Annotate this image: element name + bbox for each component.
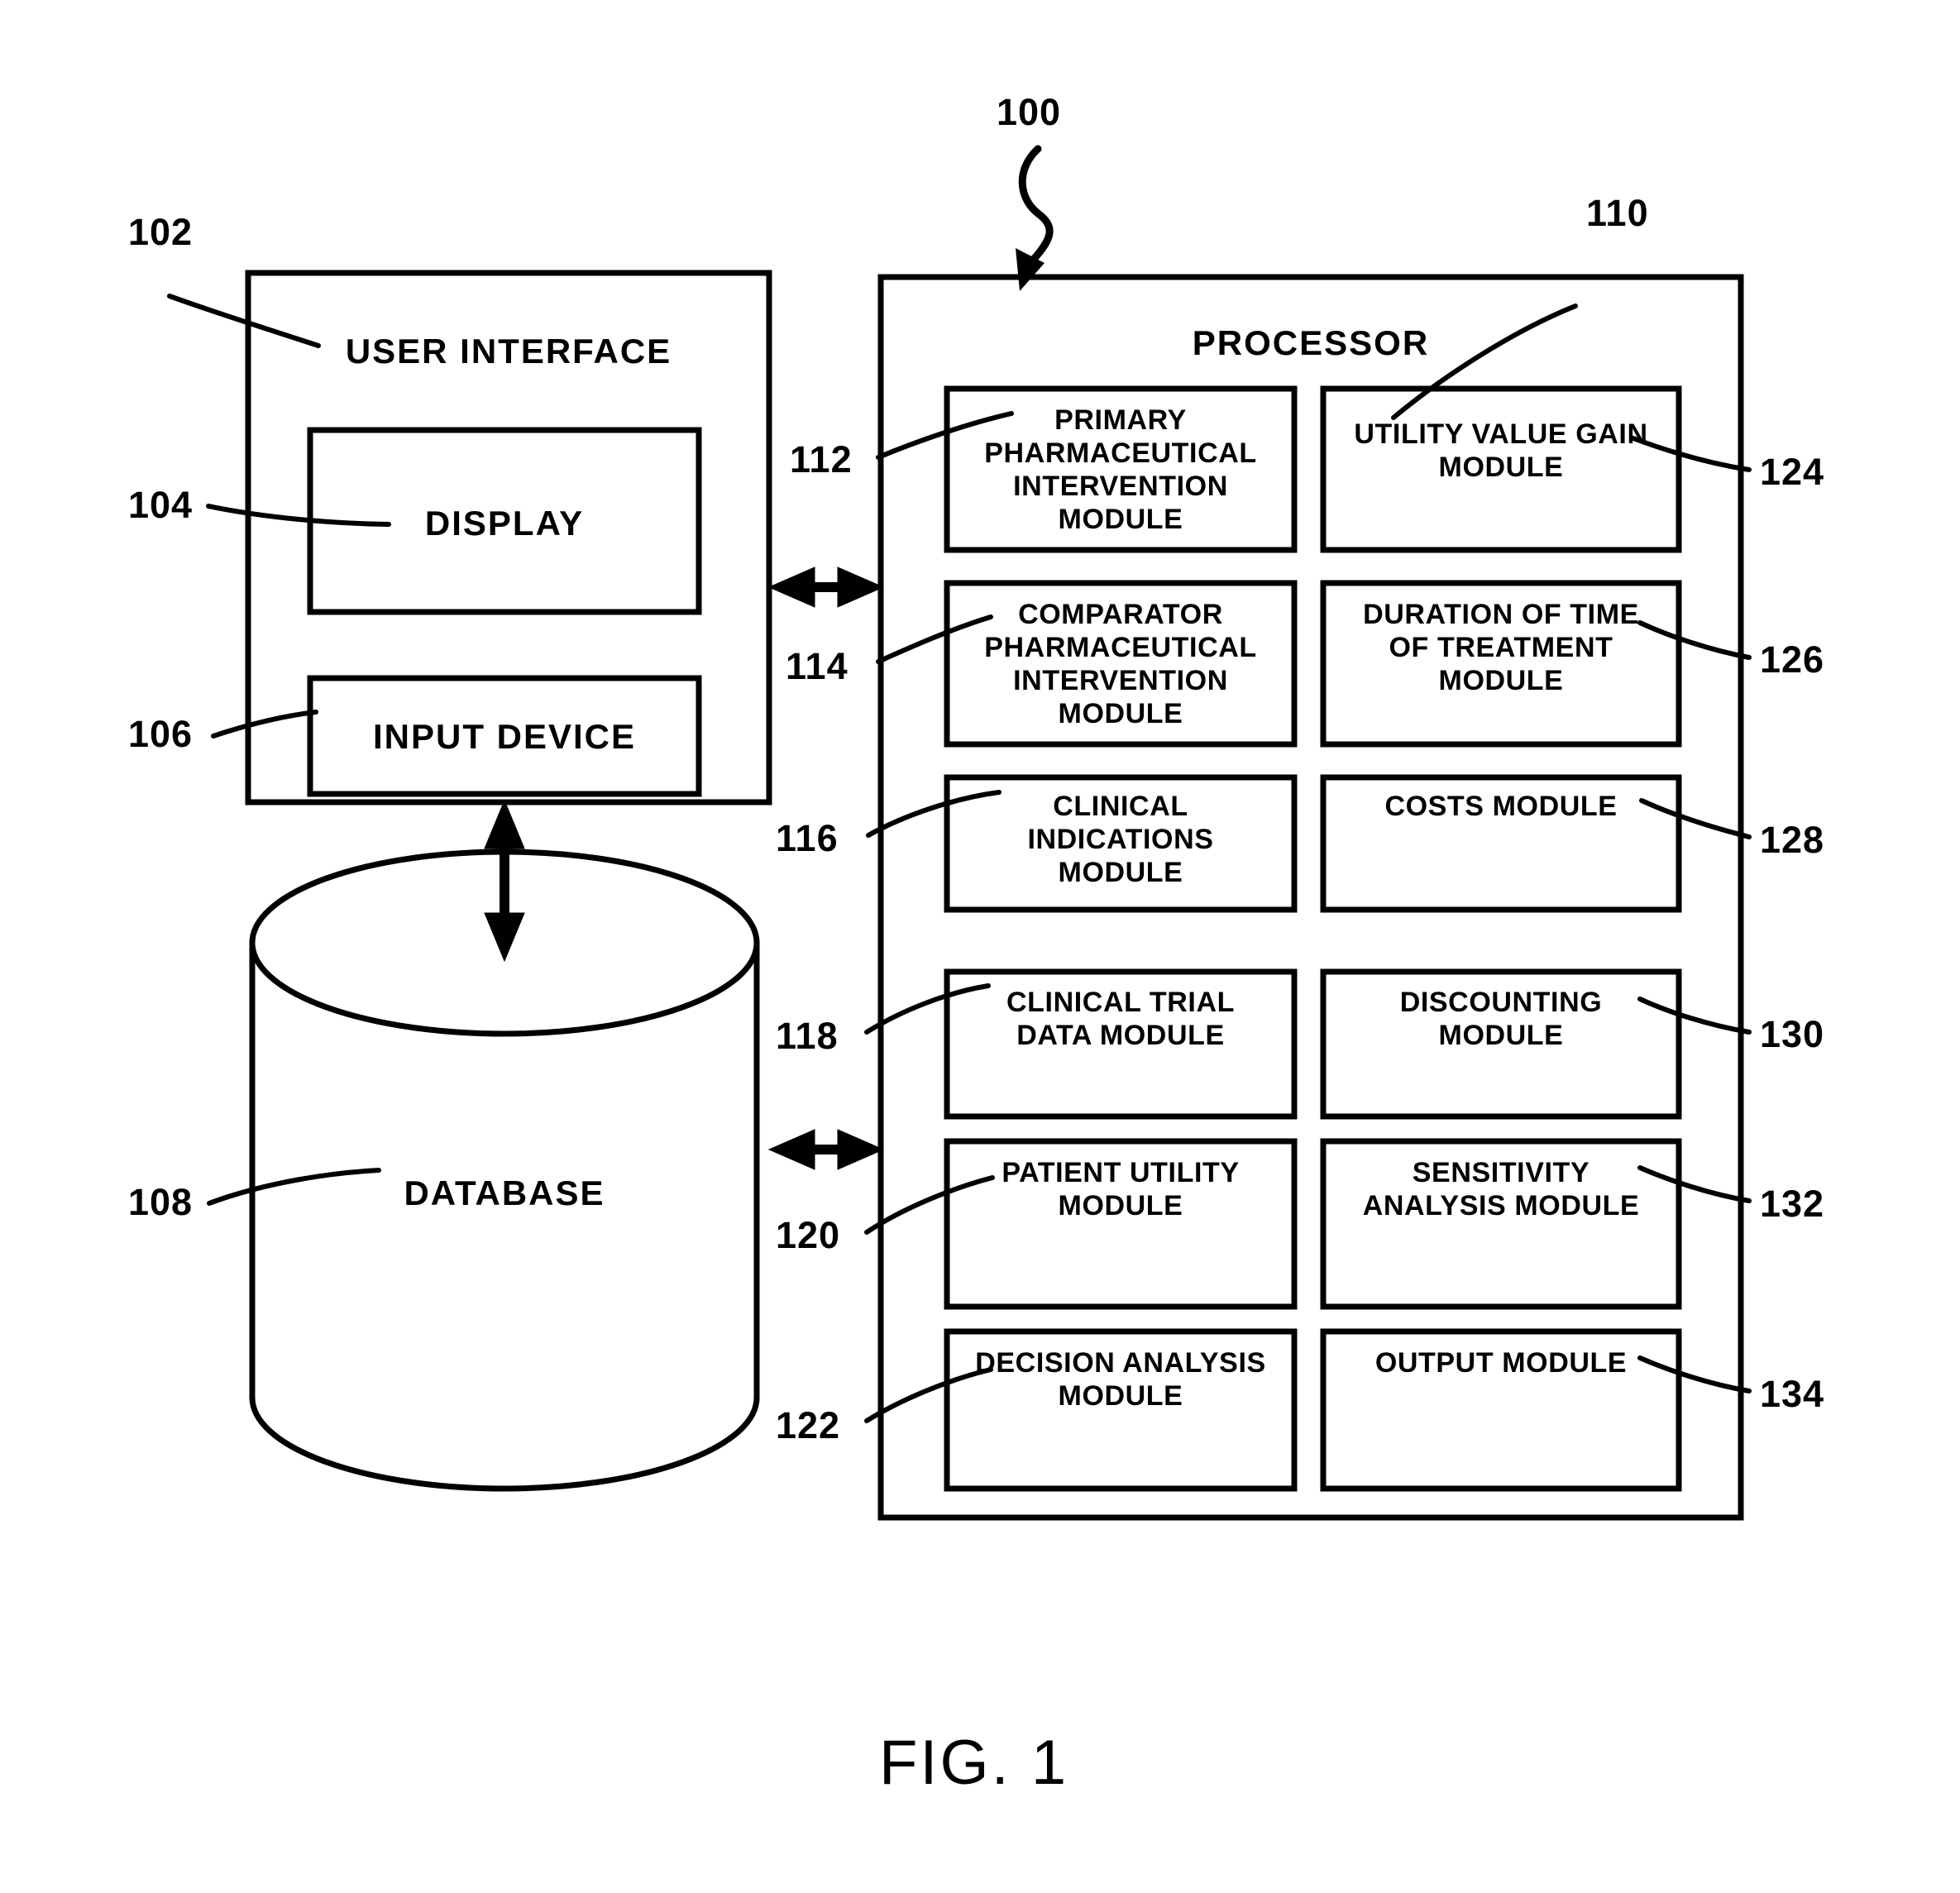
module-label-sensitivity-analysis: SENSITIVITY ANALYSIS MODULE [1362, 1157, 1640, 1222]
ref-number-108: 108 [128, 1181, 194, 1223]
ref-number-102: 102 [128, 211, 194, 253]
user-interface-title: USER INTERFACE [345, 332, 672, 370]
ref-number-122: 122 [776, 1404, 841, 1446]
ref-number-100: 100 [997, 91, 1062, 133]
ref-number-114: 114 [786, 645, 849, 687]
figure-canvas: 100 102 USER INTERFACE 104 DISPLAY 106 I… [0, 0, 1960, 1893]
connector-ui-database [484, 799, 525, 963]
database-label: DATABASE [404, 1174, 605, 1212]
module-label-duration-of-time-of-treatment: DURATION OF TIME OF TREATMENT MODULE [1363, 599, 1639, 697]
ref-number-132: 132 [1760, 1183, 1825, 1225]
module-label-clinical-indications: CLINICAL INDICATIONS MODULE [1027, 791, 1214, 889]
module-label-costs: COSTS MODULE [1384, 791, 1618, 822]
module-label-primary-pharmaceutical-intervention: PRIMARY PHARMACEUTICAL INTERVENTION MODU… [984, 404, 1257, 536]
module-label-clinical-trial-data: CLINICAL TRIAL DATA MODULE [1006, 987, 1235, 1052]
ref-number-134: 134 [1760, 1373, 1825, 1415]
module-label-utility-value-gain: UTILITY VALUE GAIN MODULE [1354, 418, 1648, 484]
ref-number-104: 104 [128, 484, 194, 526]
input-device-label: INPUT DEVICE [372, 717, 637, 756]
system-ref-arrow [1018, 145, 1054, 269]
processor-title: PROCESSOR [1192, 323, 1430, 362]
module-label-output: OUTPUT MODULE [1374, 1347, 1628, 1379]
ref-number-110: 110 [1586, 192, 1649, 234]
ref-number-116: 116 [776, 817, 839, 859]
ref-number-130: 130 [1760, 1013, 1825, 1055]
display-label: DISPLAY [424, 504, 585, 543]
ref-number-112: 112 [790, 438, 853, 480]
leader-106 [211, 710, 318, 739]
figure-caption: FIG. 1 [879, 1728, 1069, 1798]
diagram-lineart [167, 145, 1752, 1521]
module-label-decision-analysis: DECISION ANALYSIS MODULE [975, 1347, 1266, 1413]
module-label-patient-utility: PATIENT UTILITY MODULE [1002, 1157, 1240, 1222]
module-label-comparator-pharmaceutical-intervention: COMPARATOR PHARMACEUTICAL INTERVENTION M… [984, 599, 1257, 730]
ref-number-126: 126 [1760, 638, 1825, 681]
connector-database-processor [767, 1129, 885, 1170]
ref-number-120: 120 [776, 1214, 841, 1256]
ref-number-124: 124 [1760, 451, 1825, 493]
ref-number-118: 118 [776, 1015, 839, 1057]
ref-number-106: 106 [128, 713, 194, 755]
database-bottom-arc [249, 1394, 760, 1492]
module-label-discounting: DISCOUNTING MODULE [1399, 987, 1603, 1052]
ref-number-128: 128 [1760, 819, 1825, 861]
